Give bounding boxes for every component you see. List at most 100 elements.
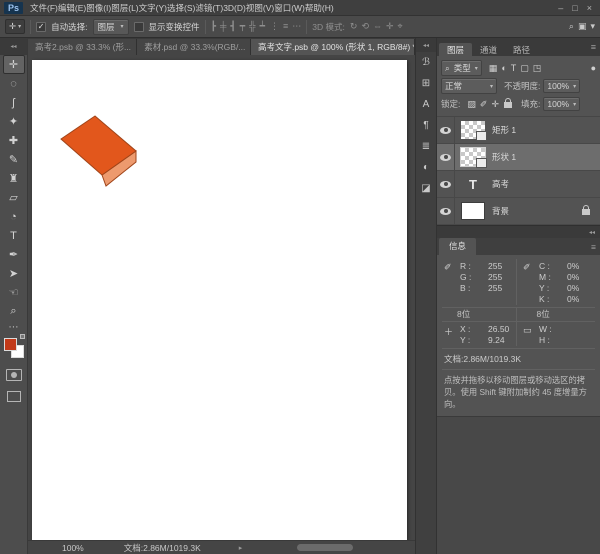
hscrollbar-thumb[interactable] — [297, 544, 353, 551]
layer-visibility-toggle[interactable] — [437, 144, 455, 170]
zoom-tool[interactable]: ⌕ — [3, 302, 25, 321]
高考[interactable]: T 高考 — [437, 171, 600, 198]
filter-toggle-icon[interactable]: ● — [591, 63, 596, 73]
menu-item[interactable]: 窗口(W) — [274, 3, 305, 13]
layer-filter-icon[interactable]: ◐ — [501, 63, 506, 73]
3d-mode-icon[interactable]: ⇔ — [373, 21, 382, 32]
magic-wand-tool[interactable]: ✦ — [3, 112, 25, 131]
styles-icon[interactable]: ◪ — [416, 178, 436, 199]
lock-option-icon[interactable]: ▨ — [467, 99, 476, 110]
menu-item[interactable]: 图层(L) — [111, 3, 138, 13]
eyedropper-plus-icon[interactable]: ✐ — [523, 261, 536, 305]
align-icon[interactable]: ┯ — [240, 21, 245, 32]
lock-option-icon[interactable]: ✛ — [491, 99, 499, 110]
auto-select-checkbox[interactable]: ✓ — [36, 22, 46, 32]
brush-panel-icon[interactable]: ℬ — [416, 52, 436, 73]
distribute-icon[interactable]: ≡ — [283, 21, 288, 32]
document-tab[interactable]: 高考2.psb @ 33.3% (形... × — [28, 39, 137, 55]
current-tool-preset[interactable]: ✛ ▾ — [5, 19, 25, 34]
3d-mode-icon[interactable]: ⟲ — [361, 21, 369, 32]
layer-thumbnail[interactable] — [461, 121, 485, 139]
align-icon[interactable]: ╪ — [220, 21, 226, 32]
3d-mode-icon[interactable]: ↻ — [350, 21, 358, 32]
lock-option-icon[interactable]: ✐ — [480, 99, 488, 110]
distribute-icon[interactable]: ⋮ — [270, 21, 279, 32]
lock-all-icon[interactable] — [504, 102, 512, 108]
show-transform-checkbox[interactable] — [134, 22, 144, 32]
maximize-button[interactable]: □ — [572, 3, 577, 13]
adjustments-icon[interactable]: ◐ — [416, 157, 436, 178]
zoom-level[interactable]: 100% — [62, 543, 84, 553]
move-tool[interactable]: ✛ — [3, 55, 25, 74]
text-layer-thumbnail[interactable]: T — [461, 175, 485, 193]
workspace-icon[interactable]: ⌕ — [569, 21, 574, 32]
menu-item[interactable]: 选择(S) — [167, 3, 195, 13]
paragraph-panel-icon[interactable]: ¶ — [416, 115, 436, 136]
canvas-page[interactable] — [32, 60, 407, 540]
矩形 1[interactable]: 矩形 1 — [437, 117, 600, 144]
layer-filter-icon[interactable]: ▢ — [520, 63, 529, 74]
dodge-tool[interactable]: ◔ — [3, 207, 25, 226]
type-tool[interactable]: T — [3, 226, 25, 245]
workspace-icon[interactable]: ▾ — [590, 21, 595, 32]
menu-item[interactable]: 滤镜(T) — [195, 3, 223, 13]
align-icon[interactable]: ┣ — [211, 21, 216, 32]
背景[interactable]: 背景 — [437, 198, 600, 225]
path-select-tool[interactable]: ➤ — [3, 264, 25, 283]
clone-source-icon[interactable]: ⊞ — [416, 73, 436, 94]
menu-item[interactable]: 文字(Y) — [139, 3, 167, 13]
menu-item[interactable]: 文件(F) — [30, 3, 58, 13]
status-arrow-icon[interactable]: ▸ — [239, 544, 243, 552]
menu-item[interactable]: 3D(D) — [223, 3, 246, 13]
workspace-icon[interactable]: ▣ — [578, 21, 587, 32]
blend-mode-dropdown[interactable]: 正常 ▾ — [441, 78, 497, 94]
bit-depth-left[interactable]: 8位 — [442, 308, 516, 321]
screen-mode-icon[interactable] — [7, 391, 21, 402]
pen-tool[interactable]: ✒ — [3, 245, 25, 264]
align-icon[interactable]: ┷ — [260, 21, 265, 32]
menu-item[interactable]: 图像(I) — [86, 3, 111, 13]
auto-select-dropdown[interactable]: 图层 ▾ — [93, 19, 129, 35]
layer-filter-icon[interactable]: ▦ — [489, 63, 498, 74]
spot-heal-tool[interactable]: ✚ — [3, 131, 25, 150]
close-button[interactable]: × — [587, 3, 592, 13]
default-colors-icon[interactable] — [20, 334, 25, 339]
panel-menu-icon[interactable]: ≡ — [591, 42, 596, 52]
3d-mode-icon[interactable]: ✛ — [386, 21, 394, 32]
distribute-icon[interactable]: ⋯ — [292, 21, 301, 32]
menu-item[interactable]: 视图(V) — [246, 3, 274, 13]
layer-visibility-toggle[interactable] — [437, 198, 455, 224]
align-icon[interactable]: ┫ — [230, 21, 235, 32]
形状 1[interactable]: 形状 1 — [437, 144, 600, 171]
layer-thumbnail[interactable] — [461, 148, 485, 166]
document-tab[interactable]: 高考文字.psb @ 100% (形状 1, RGB/8#) * × — [251, 39, 415, 55]
tab-info[interactable]: 信息 — [439, 238, 476, 255]
eyedropper-icon[interactable]: ✐ — [444, 261, 457, 305]
layer-filter-icon[interactable]: T — [511, 63, 517, 73]
menu-item[interactable]: 编辑(E) — [58, 3, 86, 13]
panel-menu-icon[interactable]: ≡ — [591, 242, 596, 252]
panel-collapse-icon[interactable]: ◂◂ — [589, 229, 595, 236]
brush-tool[interactable]: ✎ — [3, 150, 25, 169]
layer-filter-icon[interactable]: ◳ — [533, 63, 542, 74]
menu-item[interactable]: 帮助(H) — [305, 3, 334, 13]
document-tab[interactable]: 素材.psd @ 33.3%(RGB/... × — [137, 39, 251, 55]
foreground-color-swatch[interactable] — [4, 338, 17, 351]
layer-thumbnail[interactable] — [461, 202, 485, 220]
eraser-tool[interactable]: ▱ — [3, 188, 25, 207]
quick-mask-icon[interactable] — [6, 369, 22, 381]
layer-visibility-toggle[interactable] — [437, 117, 455, 143]
character-panel-icon[interactable]: A — [416, 94, 436, 115]
marquee-tool[interactable]: ◌ — [3, 74, 25, 93]
layer-visibility-toggle[interactable] — [437, 171, 455, 197]
clone-stamp-tool[interactable]: ♜ — [3, 169, 25, 188]
lasso-tool[interactable]: ʃ — [3, 93, 25, 112]
hand-tool[interactable]: ☜ — [3, 283, 25, 302]
opacity-dropdown[interactable]: 100% ▾ — [543, 79, 580, 93]
layer-comps-icon[interactable]: ≣ — [416, 136, 436, 157]
toolbar-collapse-icon[interactable]: ◂◂ — [0, 38, 27, 55]
orange-shape[interactable] — [57, 112, 139, 188]
3d-mode-icon[interactable]: ⌖ — [398, 21, 403, 32]
fill-dropdown[interactable]: 100% ▾ — [543, 97, 580, 111]
minimize-button[interactable]: – — [558, 3, 563, 13]
